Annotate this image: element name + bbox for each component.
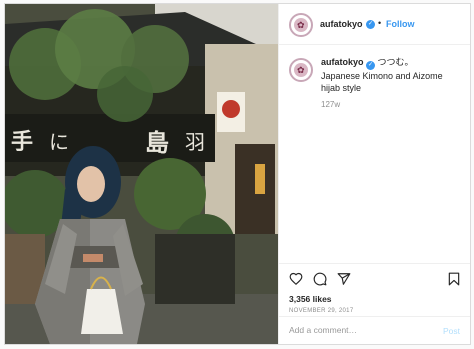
- follow-button[interactable]: Follow: [386, 19, 415, 29]
- comment-input[interactable]: [289, 323, 419, 337]
- comment-bar: Post: [279, 316, 470, 344]
- caption-extra: つつむ。: [377, 57, 414, 67]
- post-side-panel: ✿ aufatokyo ✓ • Follow ✿ aufatokyo ✓ つつむ…: [278, 4, 470, 344]
- like-count[interactable]: 3,356 likes: [289, 294, 332, 304]
- sign-char: 手: [11, 129, 34, 155]
- post-comment-button[interactable]: Post: [443, 326, 460, 336]
- sign-char: 羽: [185, 129, 206, 154]
- comment-icon[interactable]: [313, 272, 327, 286]
- caption-avatar[interactable]: ✿: [289, 58, 313, 82]
- separator-dot: •: [378, 18, 382, 28]
- caption-timestamp[interactable]: 127w: [321, 100, 340, 109]
- bookmark-icon[interactable]: [447, 272, 461, 286]
- instagram-post-embed: 手 に 島 羽 ✿ aufatokyo ✓ • Follow ✿ aufatok…: [4, 3, 471, 345]
- sign-char: 島: [145, 127, 170, 157]
- avatar-flower-icon: ✿: [297, 20, 305, 30]
- verified-badge-icon: ✓: [366, 20, 375, 29]
- post-photo[interactable]: 手 に 島 羽: [5, 4, 278, 344]
- header-username[interactable]: aufatokyo: [320, 19, 363, 29]
- post-date[interactable]: NOVEMBER 29, 2017: [289, 308, 353, 314]
- post-header: ✿ aufatokyo ✓ • Follow: [279, 4, 470, 45]
- verified-badge-icon: ✓: [366, 61, 376, 70]
- heart-icon[interactable]: [289, 272, 303, 286]
- share-icon[interactable]: [337, 272, 351, 286]
- sign-char: に: [49, 129, 70, 154]
- caption: aufatokyo ✓ つつむ。 Japanese Kimono and Aiz…: [321, 56, 461, 94]
- storefront-sign: 手 に 島 羽: [11, 122, 211, 158]
- avatar[interactable]: ✿: [289, 13, 313, 37]
- caption-text: Japanese Kimono and Aizome hijab style: [321, 71, 443, 93]
- photo-scene: [5, 4, 278, 344]
- caption-username[interactable]: aufatokyo: [321, 57, 364, 67]
- avatar-flower-icon: ✿: [297, 65, 305, 75]
